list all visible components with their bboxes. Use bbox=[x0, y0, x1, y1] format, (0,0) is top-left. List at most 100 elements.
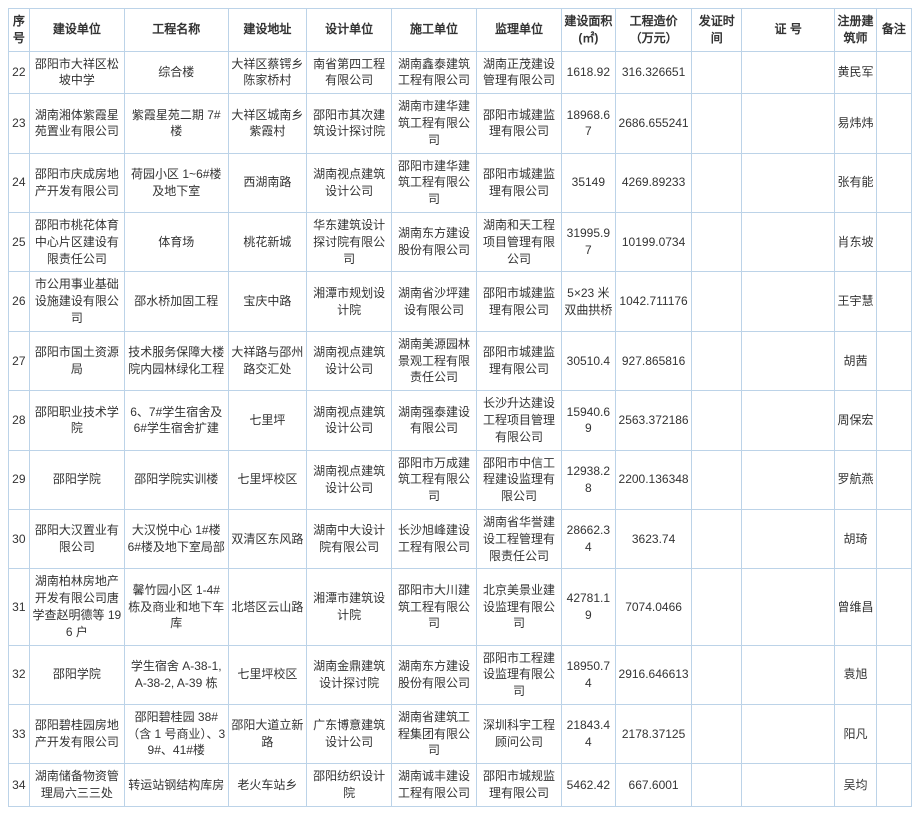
cell-architect: 胡琦 bbox=[835, 509, 876, 568]
cell-supervisor: 深圳科宇工程顾问公司 bbox=[477, 704, 562, 763]
cell-addr: 桃花新城 bbox=[228, 212, 307, 271]
cell-area: 42781.19 bbox=[561, 569, 615, 645]
cell-date bbox=[692, 153, 742, 212]
cell-seq: 24 bbox=[9, 153, 30, 212]
cell-addr: 西湖南路 bbox=[228, 153, 307, 212]
cell-cert bbox=[742, 331, 835, 390]
cell-proj: 转运站钢结构库房 bbox=[124, 764, 228, 807]
cell-cert bbox=[742, 450, 835, 509]
cell-proj: 技术服务保障大楼院内园林绿化工程 bbox=[124, 331, 228, 390]
cell-designer: 湖南视点建筑设计公司 bbox=[307, 153, 392, 212]
cell-cert bbox=[742, 51, 835, 94]
cell-note bbox=[876, 153, 911, 212]
cell-architect: 胡茜 bbox=[835, 331, 876, 390]
cell-area: 30510.4 bbox=[561, 331, 615, 390]
cell-cost: 2916.646613 bbox=[615, 645, 692, 704]
cell-seq: 28 bbox=[9, 391, 30, 450]
cell-cost: 4269.89233 bbox=[615, 153, 692, 212]
cell-cert bbox=[742, 272, 835, 331]
cell-proj: 馨竹园小区 1-4#栋及商业和地下车库 bbox=[124, 569, 228, 645]
cell-date bbox=[692, 704, 742, 763]
col-cost: 工程造价（万元） bbox=[615, 9, 692, 52]
cell-proj: 综合楼 bbox=[124, 51, 228, 94]
cell-designer: 湖南视点建筑设计公司 bbox=[307, 450, 392, 509]
cell-designer: 湖南中大设计院有限公司 bbox=[307, 509, 392, 568]
cell-note bbox=[876, 272, 911, 331]
cell-note bbox=[876, 645, 911, 704]
cell-cost: 316.326651 bbox=[615, 51, 692, 94]
cell-contractor: 长沙旭峰建设工程有限公司 bbox=[392, 509, 477, 568]
cell-addr: 七里坪校区 bbox=[228, 450, 307, 509]
cell-note bbox=[876, 331, 911, 390]
cell-architect: 袁旭 bbox=[835, 645, 876, 704]
cell-proj: 荷园小区 1~6#楼及地下室 bbox=[124, 153, 228, 212]
cell-contractor: 湖南东方建设股份有限公司 bbox=[392, 212, 477, 271]
col-cert: 证 号 bbox=[742, 9, 835, 52]
cell-supervisor: 邵阳市城规监理有限公司 bbox=[477, 764, 562, 807]
cell-seq: 26 bbox=[9, 272, 30, 331]
cell-contractor: 湖南诚丰建设工程有限公司 bbox=[392, 764, 477, 807]
cell-contractor: 湖南美源园林景观工程有限责任公司 bbox=[392, 331, 477, 390]
cell-date bbox=[692, 94, 742, 153]
cell-designer: 华东建筑设计探讨院有限公司 bbox=[307, 212, 392, 271]
cell-architect: 肖东坡 bbox=[835, 212, 876, 271]
table-row: 25邵阳市桃花体育中心片区建设有限责任公司体育场桃花新城华东建筑设计探讨院有限公… bbox=[9, 212, 912, 271]
cell-architect: 易炜炜 bbox=[835, 94, 876, 153]
cell-unit: 市公用事业基础设施建设有限公司 bbox=[29, 272, 124, 331]
col-date: 发证时间 bbox=[692, 9, 742, 52]
cell-area: 5×23 米双曲拱桥 bbox=[561, 272, 615, 331]
cell-contractor: 邵阳市建华建筑工程有限公司 bbox=[392, 153, 477, 212]
cell-seq: 31 bbox=[9, 569, 30, 645]
table-row: 33邵阳碧桂园房地产开发有限公司邵阳碧桂园 38#（含 1 号商业）、39#、4… bbox=[9, 704, 912, 763]
cell-supervisor: 湖南正茂建设管理有限公司 bbox=[477, 51, 562, 94]
cell-seq: 25 bbox=[9, 212, 30, 271]
cell-date bbox=[692, 212, 742, 271]
cell-contractor: 湖南省沙坪建设有限公司 bbox=[392, 272, 477, 331]
cell-architect: 张有能 bbox=[835, 153, 876, 212]
cell-architect: 周保宏 bbox=[835, 391, 876, 450]
cell-supervisor: 北京美景业建设监理有限公司 bbox=[477, 569, 562, 645]
cell-seq: 22 bbox=[9, 51, 30, 94]
cell-cert bbox=[742, 391, 835, 450]
cell-cost: 2200.136348 bbox=[615, 450, 692, 509]
cell-date bbox=[692, 509, 742, 568]
cell-note bbox=[876, 764, 911, 807]
cell-unit: 邵阳碧桂园房地产开发有限公司 bbox=[29, 704, 124, 763]
cell-addr: 北塔区云山路 bbox=[228, 569, 307, 645]
cell-date bbox=[692, 450, 742, 509]
cell-area: 18950.74 bbox=[561, 645, 615, 704]
col-supervisor: 监理单位 bbox=[477, 9, 562, 52]
cell-area: 28662.34 bbox=[561, 509, 615, 568]
table-row: 31湖南柏林房地产开发有限公司唐学查赵明德等 196 户馨竹园小区 1-4#栋及… bbox=[9, 569, 912, 645]
cell-supervisor: 湖南和天工程项目管理有限公司 bbox=[477, 212, 562, 271]
table-row: 23湖南湘体紫霞星苑置业有限公司紫霞星苑二期 7#楼大祥区城南乡紫霞村邵阳市其次… bbox=[9, 94, 912, 153]
cell-date bbox=[692, 645, 742, 704]
cell-unit: 邵阳大汉置业有限公司 bbox=[29, 509, 124, 568]
cell-addr: 老火车站乡 bbox=[228, 764, 307, 807]
cell-supervisor: 湖南省华誉建设工程管理有限责任公司 bbox=[477, 509, 562, 568]
cell-addr: 大祥区城南乡紫霞村 bbox=[228, 94, 307, 153]
cell-unit: 湖南湘体紫霞星苑置业有限公司 bbox=[29, 94, 124, 153]
cell-contractor: 湖南鑫泰建筑工程有限公司 bbox=[392, 51, 477, 94]
cell-proj: 邵阳碧桂园 38#（含 1 号商业）、39#、41#楼 bbox=[124, 704, 228, 763]
cell-designer: 湖南视点建筑设计公司 bbox=[307, 331, 392, 390]
cell-seq: 27 bbox=[9, 331, 30, 390]
col-unit: 建设单位 bbox=[29, 9, 124, 52]
cell-architect: 罗航燕 bbox=[835, 450, 876, 509]
cell-supervisor: 邵阳市城建监理有限公司 bbox=[477, 94, 562, 153]
table-row: 26市公用事业基础设施建设有限公司邵水桥加固工程宝庆中路湘潭市规划设计院湖南省沙… bbox=[9, 272, 912, 331]
cell-supervisor: 邵阳市城建监理有限公司 bbox=[477, 331, 562, 390]
cell-seq: 30 bbox=[9, 509, 30, 568]
cell-date bbox=[692, 569, 742, 645]
cell-area: 31995.97 bbox=[561, 212, 615, 271]
cell-supervisor: 邵阳市城建监理有限公司 bbox=[477, 153, 562, 212]
table-row: 34湖南储备物资管理局六三三处转运站钢结构库房老火车站乡邵阳纺织设计院湖南诚丰建… bbox=[9, 764, 912, 807]
cell-proj: 大汉悦中心 1#楼 6#楼及地下室局部 bbox=[124, 509, 228, 568]
cell-supervisor: 邵阳市中信工程建设监理有限公司 bbox=[477, 450, 562, 509]
cell-seq: 29 bbox=[9, 450, 30, 509]
construction-permits-table: 序号 建设单位 工程名称 建设地址 设计单位 施工单位 监理单位 建设面积(㎡)… bbox=[8, 8, 912, 807]
cell-unit: 邵阳市大祥区松坡中学 bbox=[29, 51, 124, 94]
cell-area: 12938.28 bbox=[561, 450, 615, 509]
cell-contractor: 湖南市建华建筑工程有限公司 bbox=[392, 94, 477, 153]
cell-date bbox=[692, 391, 742, 450]
